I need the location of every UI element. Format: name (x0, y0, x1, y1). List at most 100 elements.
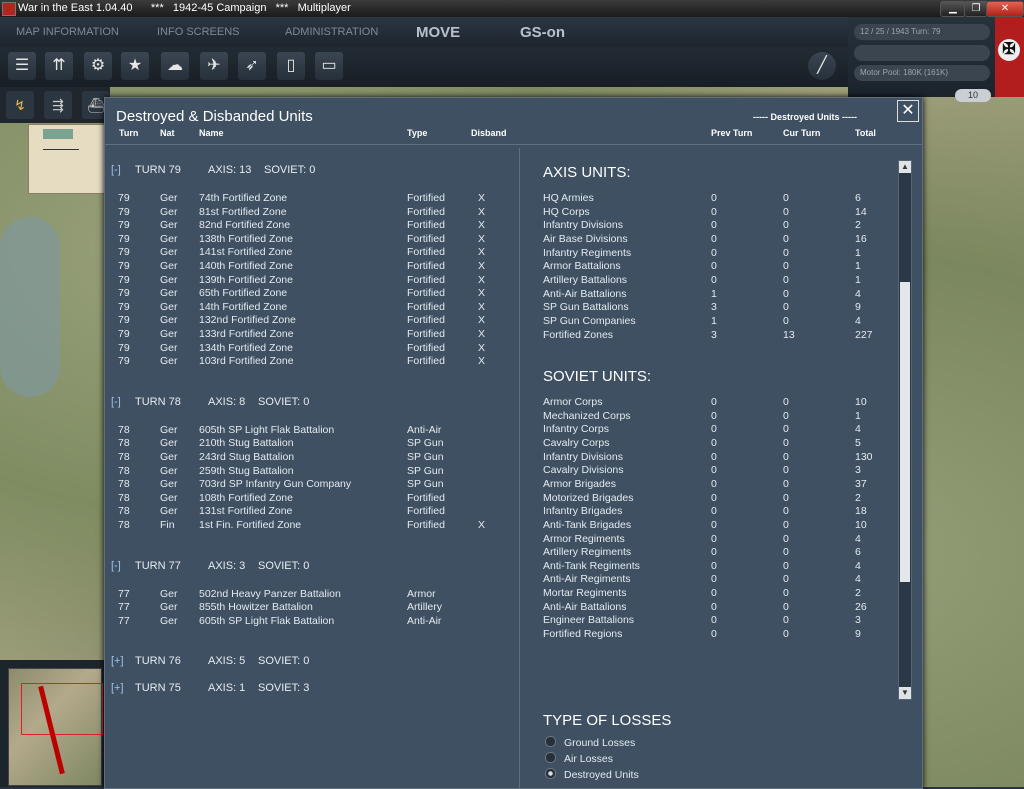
stat-name-cell: Fortified Zones (543, 328, 614, 341)
loss-option-label: Air Losses (564, 753, 614, 765)
col-header-disband[interactable]: Disband (471, 128, 507, 138)
fuel-icon[interactable]: ▯ (277, 52, 305, 80)
stat-name-cell: Infantry Divisions (543, 219, 623, 232)
scroll-up-arrow-icon[interactable]: ▲ (899, 161, 911, 173)
maximize-button[interactable]: ❐ (964, 1, 988, 17)
stat-cur-cell: 0 (783, 559, 789, 572)
stat-cur-cell: 0 (783, 573, 789, 586)
col-header-turn[interactable]: Turn (119, 128, 138, 138)
stat-name-cell: Infantry Divisions (543, 450, 623, 463)
stat-prev-cell: 3 (711, 328, 717, 341)
stat-cur-cell: 0 (783, 260, 789, 273)
unit-row[interactable]: 79 Ger 134th Fortified Zone Fortified X (105, 342, 519, 355)
loss-option-radio[interactable]: Ground Losses (545, 736, 635, 749)
stat-row: Anti-Tank Regiments 0 0 4 (105, 560, 895, 573)
stat-cur-cell: 0 (783, 205, 789, 218)
weather-icon[interactable]: ☁ (161, 52, 189, 80)
rocket-icon[interactable]: ➶ (238, 52, 266, 80)
line-tool-icon[interactable]: ╱ (808, 52, 836, 80)
header-divider (105, 144, 922, 145)
turn-axis-count: AXIS: 13 (208, 164, 252, 176)
stat-row: Infantry Regiments 0 0 1 (105, 247, 895, 260)
stat-row: Infantry Divisions 0 0 2 (105, 219, 895, 232)
turn-expand-toggle[interactable]: [+] (111, 655, 124, 667)
tab-map-information[interactable]: MAP INFORMATION (16, 26, 119, 38)
col-header-type[interactable]: Type (407, 128, 427, 138)
unit-row[interactable]: 79 Ger 103rd Fortified Zone Fortified X (105, 355, 519, 368)
unit-disband-cell: X (478, 341, 486, 354)
radio-dot-icon[interactable] (545, 752, 556, 763)
route-icon[interactable]: ↯ (6, 91, 34, 119)
gear-icon[interactable]: ⚙ (84, 52, 112, 80)
stat-cur-cell: 0 (783, 450, 789, 463)
dialog-close-button[interactable]: ✕ (897, 100, 919, 122)
stat-prev-cell: 0 (711, 491, 717, 504)
stat-total-cell: 16 (855, 232, 867, 245)
stat-name-cell: Artillery Battalions (543, 273, 628, 286)
col-header-nat[interactable]: Nat (160, 128, 175, 138)
turn-expand-toggle[interactable]: [+] (111, 682, 124, 694)
minimap-viewport-frame[interactable] (21, 683, 103, 735)
stat-cur-cell: 0 (783, 600, 789, 613)
stat-name-cell: Infantry Brigades (543, 505, 623, 518)
stat-cur-cell: 0 (783, 314, 789, 327)
stat-cur-cell: 0 (783, 232, 789, 245)
stat-total-cell: 10 (855, 518, 867, 531)
stat-cur-cell: 0 (783, 628, 789, 641)
loss-option-label: Ground Losses (564, 737, 636, 749)
toolbar: ☰ ⇈ ⚙ ★ ☁ ✈ ➶ ▯ ▭ ╱ (0, 47, 848, 87)
legend-line (43, 149, 79, 160)
col-header-cur-turn[interactable]: Cur Turn (783, 128, 820, 138)
soviet-units-title: SOVIET UNITS: (543, 368, 652, 385)
col-header-prev-turn[interactable]: Prev Turn (711, 128, 752, 138)
stat-name-cell: Anti-Air Battalions (543, 287, 627, 300)
tab-info-screens[interactable]: INFO SCREENS (157, 26, 240, 38)
supply-icon[interactable]: ▭ (315, 52, 343, 80)
minimize-button[interactable]: ▁ (940, 1, 966, 17)
stat-row: Air Base Divisions 0 0 16 (105, 233, 895, 246)
stat-total-cell: 3 (855, 614, 861, 627)
move-mode-button[interactable]: MOVE (416, 24, 460, 41)
loss-option-radio[interactable]: Destroyed Units (545, 768, 639, 781)
window-close-button[interactable]: ✕ (986, 1, 1024, 17)
stat-row: Armor Corps 0 0 10 (105, 396, 895, 409)
stat-row: Infantry Corps 0 0 4 (105, 423, 895, 436)
scrollbar-thumb[interactable] (900, 282, 910, 582)
minimap-view[interactable] (8, 668, 103, 786)
turn-soviet-count: SOVIET: 0 (258, 655, 310, 668)
top-menu-bar: MAP INFORMATION INFO SCREENS ADMINISTRAT… (0, 17, 848, 48)
stat-cur-cell: 0 (783, 518, 789, 531)
train-icon[interactable]: ⇶ (44, 91, 72, 119)
scroll-down-arrow-icon[interactable]: ▼ (899, 687, 911, 699)
radio-dot-icon[interactable] (545, 768, 556, 779)
stat-prev-cell: 0 (711, 587, 717, 600)
tab-administration[interactable]: ADMINISTRATION (285, 26, 378, 38)
stat-name-cell: Artillery Regiments (543, 546, 632, 559)
col-header-total[interactable]: Total (855, 128, 876, 138)
stat-prev-cell: 0 (711, 205, 717, 218)
star-icon[interactable]: ★ (121, 52, 149, 80)
loss-option-radio[interactable]: Air Losses (545, 752, 613, 765)
unit-stack-icon[interactable]: ⇈ (45, 52, 73, 80)
stat-name-cell: Armor Brigades (543, 477, 616, 490)
radio-dot-icon[interactable] (545, 736, 556, 747)
unit-type-cell: Fortified (407, 355, 445, 368)
gs-on-toggle[interactable]: GS-on (520, 24, 565, 41)
col-header-name[interactable]: Name (199, 128, 224, 138)
stat-row: Cavalry Divisions 0 0 3 (105, 464, 895, 477)
stat-row: Anti-Tank Brigades 0 0 10 (105, 519, 895, 532)
stats-scrollbar[interactable]: ▲ ▼ (898, 160, 912, 700)
stat-row: Fortified Zones 3 13 227 (105, 329, 895, 342)
grid-icon[interactable]: ✈ (200, 52, 228, 80)
stat-cur-cell: 0 (783, 505, 789, 518)
stat-name-cell: Anti-Tank Brigades (543, 518, 632, 531)
stat-total-cell: 6 (855, 192, 861, 204)
stat-name-cell: Anti-Tank Regiments (543, 559, 640, 572)
minimap[interactable] (0, 660, 104, 787)
faction-flag: ✠ (995, 17, 1024, 97)
layers-icon[interactable]: ☰ (8, 52, 36, 80)
stat-row: Anti-Air Battalions 1 0 4 (105, 288, 895, 301)
stat-row: Anti-Air Battalions 0 0 26 (105, 601, 895, 614)
turn-expand-toggle[interactable]: [-] (111, 164, 121, 176)
stat-row: Armor Regiments 0 0 4 (105, 533, 895, 546)
